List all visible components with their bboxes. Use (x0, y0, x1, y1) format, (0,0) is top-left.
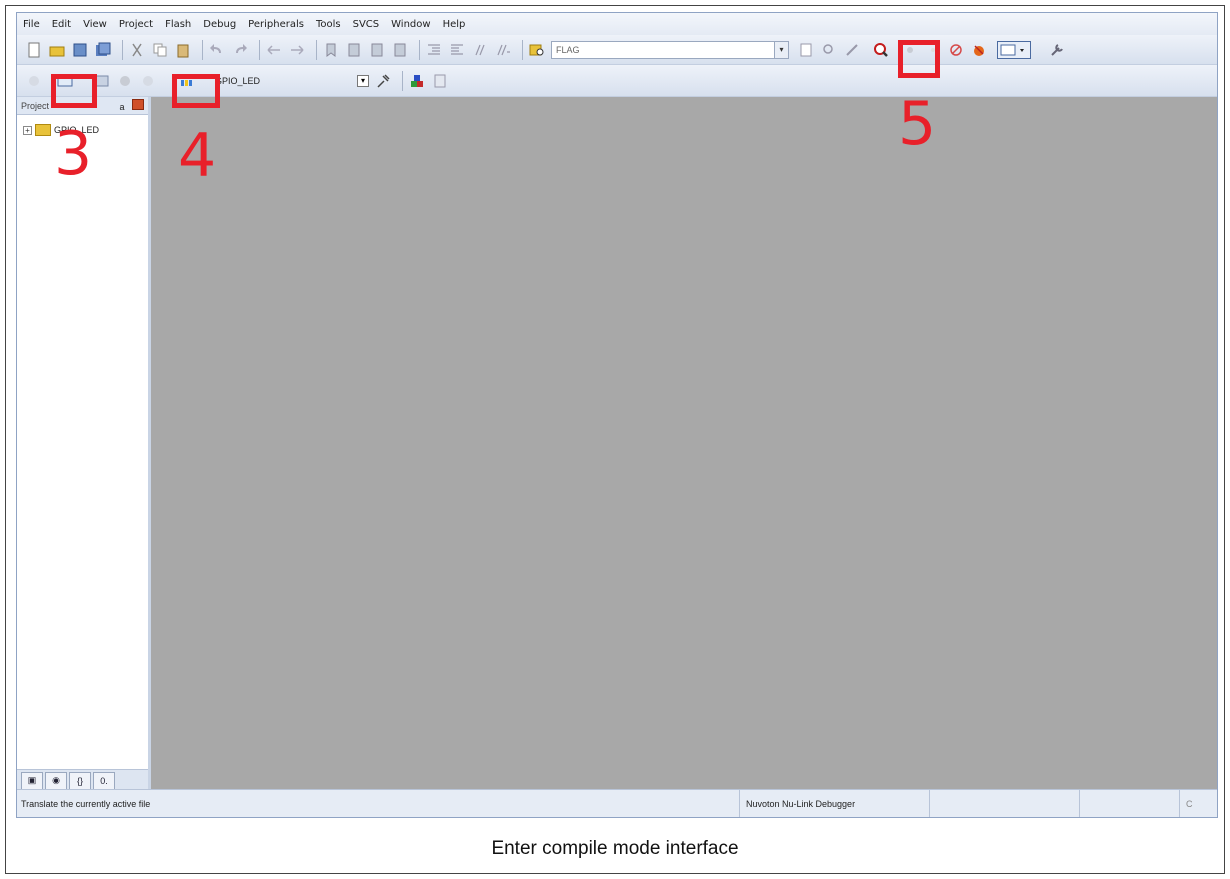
figure-caption: Enter compile mode interface (491, 838, 739, 859)
menu-view[interactable]: View (83, 19, 107, 30)
target-dropdown-icon[interactable]: ▾ (357, 74, 369, 87)
editor-area[interactable] (151, 97, 1217, 791)
expand-icon[interactable]: + (23, 125, 32, 135)
status-message: Translate the currently active file (21, 798, 151, 809)
copy-icon[interactable] (151, 41, 169, 59)
find-combo[interactable]: FLAG ▾ (551, 40, 789, 59)
annotation-number-5: 5 (898, 89, 937, 159)
start-stop-debug-icon[interactable] (872, 41, 890, 59)
chevron-down-icon[interactable]: ▾ (774, 41, 788, 58)
toolbar-separator (202, 39, 203, 60)
manage-components-icon[interactable] (408, 72, 426, 90)
annotation-box-5 (898, 40, 940, 78)
next-bookmark-icon[interactable] (368, 41, 386, 59)
project-panel-tabs: ▣ ◉ {} 0. (17, 769, 148, 791)
find-in-files-icon[interactable] (528, 41, 546, 59)
manage-runtime-icon[interactable] (431, 72, 449, 90)
tab-books[interactable]: ◉ (45, 771, 67, 790)
annotation-number-4: 4 (178, 121, 217, 191)
cut-icon[interactable] (128, 41, 146, 59)
menu-window[interactable]: Window (391, 19, 430, 30)
status-cell-empty (1079, 790, 1179, 817)
toolbar-separator (316, 39, 317, 60)
close-icon[interactable] (132, 98, 144, 110)
clear-bookmarks-icon[interactable] (391, 41, 409, 59)
paste-icon[interactable] (174, 41, 192, 59)
status-bar: Translate the currently active file Nuvo… (17, 789, 1217, 817)
menu-svcs[interactable]: SVCS (353, 19, 380, 30)
bookmark-icon[interactable] (322, 41, 340, 59)
kill-breakpoints-icon[interactable] (970, 41, 988, 59)
find-icon[interactable] (820, 41, 838, 59)
menu-edit[interactable]: Edit (52, 19, 71, 30)
nav-forward-icon[interactable] (288, 41, 306, 59)
tab-project[interactable]: ▣ (21, 771, 43, 790)
incremental-find-icon[interactable] (797, 41, 815, 59)
menu-project[interactable]: Project (119, 19, 153, 30)
toolbar-separator (402, 70, 403, 91)
wrench-icon[interactable] (1048, 41, 1066, 59)
disable-breakpoints-icon[interactable] (947, 41, 965, 59)
annotation-box-4 (172, 74, 220, 108)
menu-peripherals[interactable]: Peripherals (248, 19, 304, 30)
stop-build-icon[interactable] (139, 72, 157, 90)
target-options-icon[interactable] (374, 72, 392, 90)
batch-build-icon[interactable] (116, 72, 134, 90)
save-all-icon[interactable] (94, 41, 112, 59)
indent-icon[interactable] (425, 41, 443, 59)
menu-tools[interactable]: Tools (316, 19, 341, 30)
project-panel: Project a + GPIO_LED ▣ ◉ {} 0. (17, 97, 151, 791)
menu-help[interactable]: Help (443, 19, 466, 30)
save-icon[interactable] (71, 41, 89, 59)
prev-bookmark-icon[interactable] (345, 41, 363, 59)
tab-templates[interactable]: 0. (93, 771, 115, 790)
annotation-box-3 (51, 74, 97, 108)
menu-bar: File Edit View Project Flash Debug Perip… (17, 13, 1217, 35)
toolbar-separator (259, 39, 260, 60)
annotation-number-3: 3 (54, 119, 93, 189)
undo-icon[interactable] (208, 41, 226, 59)
menu-file[interactable]: File (23, 19, 40, 30)
comment-icon[interactable] (471, 41, 489, 59)
status-cell-empty (929, 790, 1079, 817)
tab-functions[interactable]: {} (69, 771, 91, 790)
new-file-icon[interactable] (25, 41, 43, 59)
window-layout-button[interactable] (997, 40, 1031, 59)
file-toolbar: FLAG ▾ (17, 35, 1217, 65)
project-panel-title: Project (21, 100, 50, 111)
menu-debug[interactable]: Debug (203, 19, 236, 30)
target-combo-value: GPIO_LED (215, 75, 261, 86)
pin-icon[interactable]: a (120, 102, 125, 112)
status-debugger: Nuvoton Nu-Link Debugger (739, 790, 929, 817)
redo-icon[interactable] (231, 41, 249, 59)
status-extra: C (1179, 790, 1217, 817)
toolbar-separator (522, 39, 523, 60)
uncomment-icon[interactable] (494, 41, 512, 59)
translate-icon[interactable] (25, 72, 43, 90)
unindent-icon[interactable] (448, 41, 466, 59)
folder-icon (35, 124, 51, 136)
configure-icon[interactable] (843, 41, 861, 59)
find-combo-value: FLAG (556, 44, 580, 55)
toolbar-separator (419, 39, 420, 60)
target-combo[interactable]: GPIO_LED (211, 72, 357, 90)
open-folder-icon[interactable] (48, 41, 66, 59)
toolbar-separator (122, 39, 123, 60)
nav-back-icon[interactable] (265, 41, 283, 59)
menu-flash[interactable]: Flash (165, 19, 191, 30)
project-panel-controls: a (120, 97, 144, 115)
